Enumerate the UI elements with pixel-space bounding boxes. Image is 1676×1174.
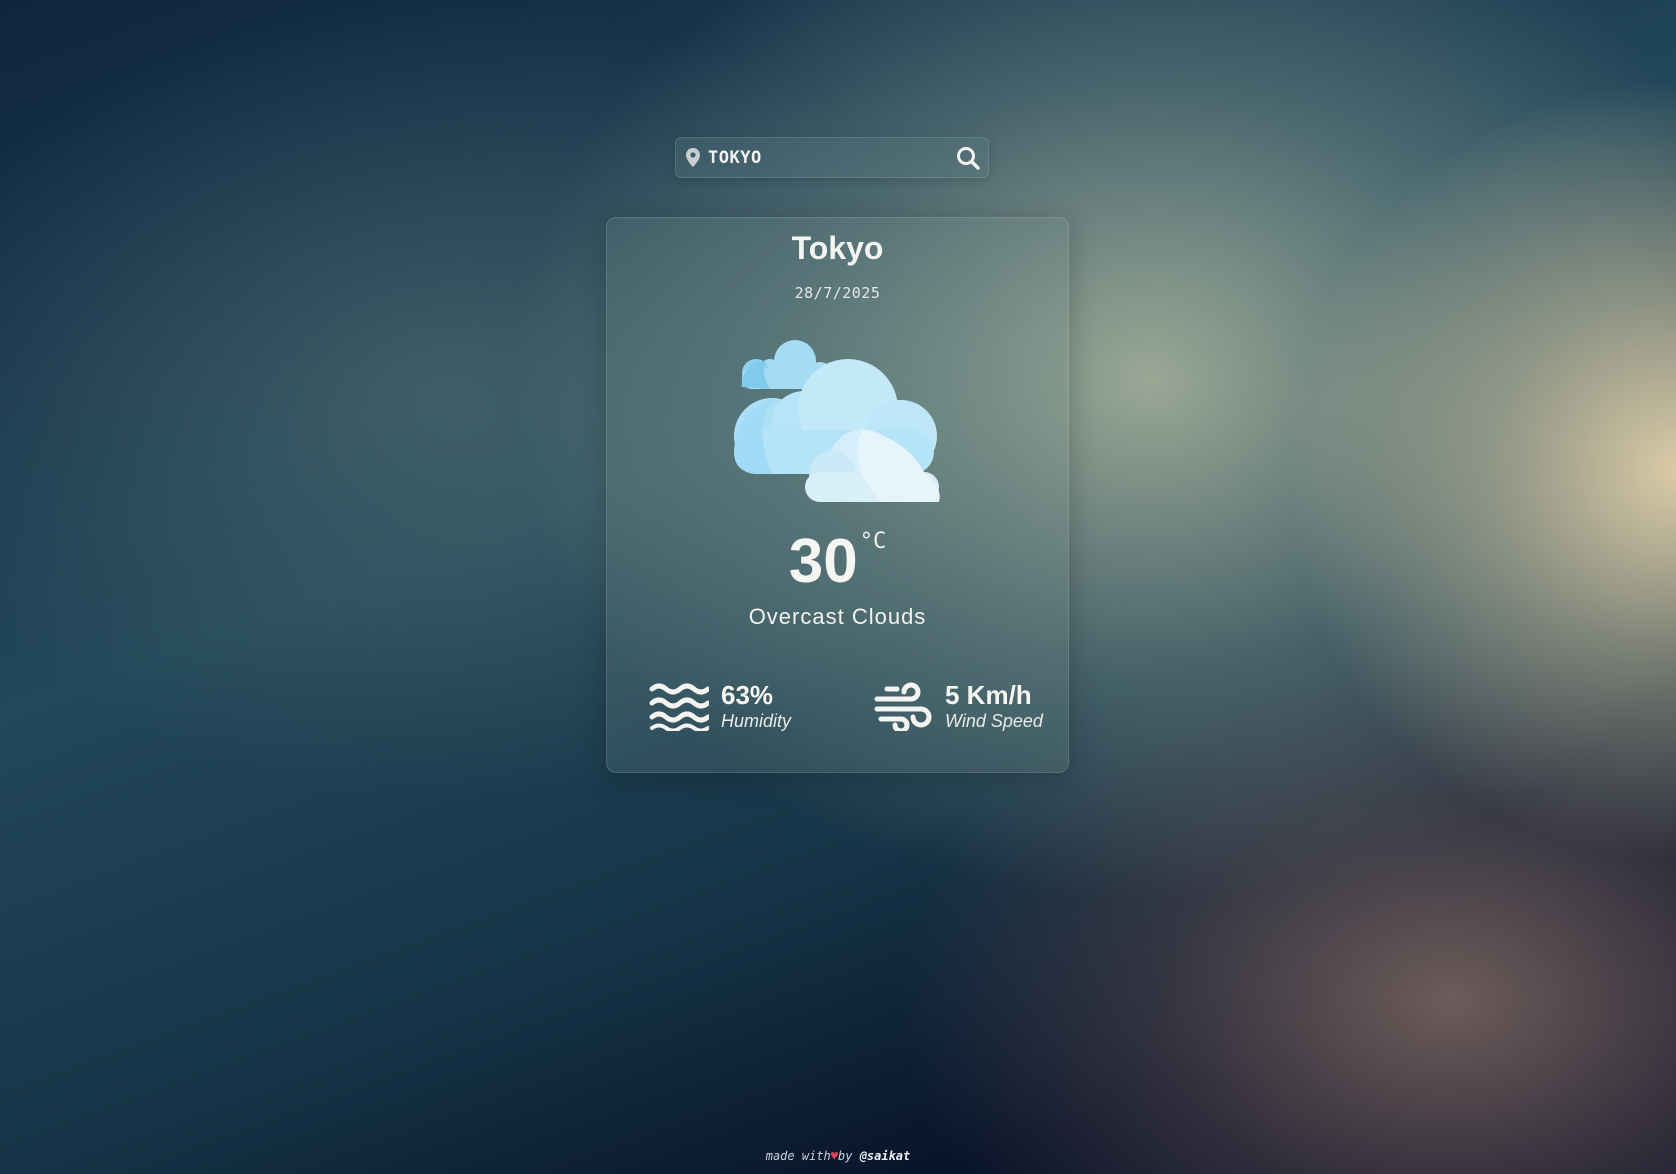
search-bar bbox=[675, 137, 989, 178]
humidity-value: 63% bbox=[721, 680, 774, 710]
search-button[interactable] bbox=[948, 138, 988, 177]
footer-by: by bbox=[838, 1149, 853, 1163]
temperature-value: 30 bbox=[788, 527, 858, 596]
heart-icon: ♥ bbox=[830, 1149, 838, 1163]
weather-date: 28/7/2025 bbox=[794, 284, 881, 302]
search-input[interactable] bbox=[702, 138, 948, 177]
wind-icon bbox=[874, 682, 932, 731]
wind-speed-value: 5 Km/h bbox=[945, 680, 1032, 710]
city-name: Tokyo bbox=[791, 230, 884, 266]
temperature-unit: °C bbox=[859, 529, 887, 554]
wind-speed-label: Wind Speed bbox=[945, 711, 1043, 731]
humidity-waves-icon bbox=[649, 683, 709, 731]
humidity-stat: 63% Humidity bbox=[649, 680, 791, 732]
weather-card: Tokyo 28/7/2025 30°C Overcast Clouds 63%… bbox=[606, 217, 1069, 773]
map-pin-icon bbox=[686, 148, 702, 168]
footer-credit: made with♥by @saikat bbox=[0, 1149, 1676, 1163]
weather-condition: Overcast Clouds bbox=[748, 604, 927, 629]
wind-stat: 5 Km/h Wind Speed bbox=[873, 680, 1043, 732]
search-icon bbox=[957, 146, 980, 170]
humidity-label: Humidity bbox=[721, 711, 792, 731]
footer-prefix: made with bbox=[765, 1149, 831, 1163]
temperature-block: 30°C bbox=[607, 528, 1068, 596]
author-handle-link[interactable]: @saikat bbox=[860, 1149, 911, 1163]
overcast-clouds-icon bbox=[734, 340, 940, 502]
